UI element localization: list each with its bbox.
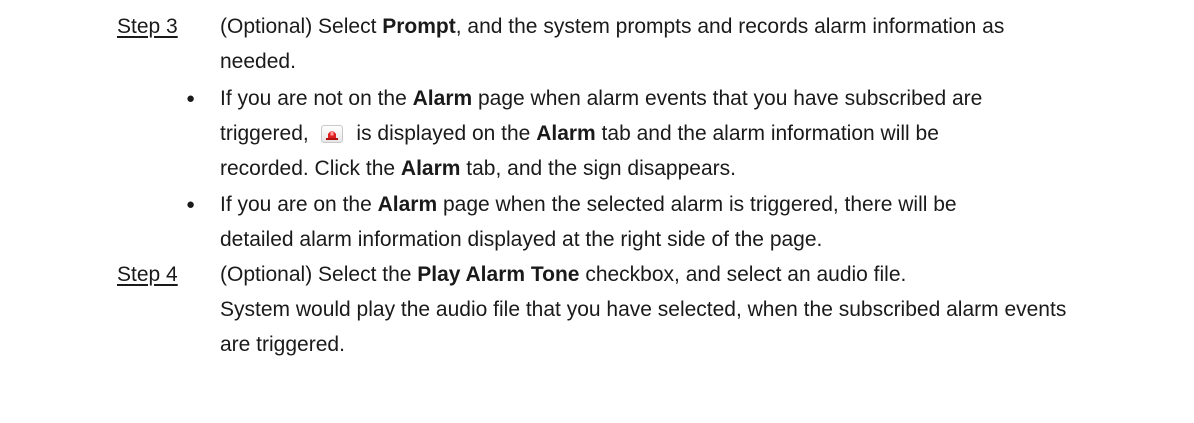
text: (Optional) Select the: [220, 263, 418, 286]
text: tab and the alarm information will be: [595, 122, 939, 145]
text: recorded. Click the: [220, 157, 401, 180]
ui-term-prompt: Prompt: [382, 15, 456, 38]
ui-term-play-alarm-tone: Play Alarm Tone: [417, 263, 580, 286]
text: checkbox, and select an audio file.: [579, 263, 907, 286]
step-4-line-2: System would play the audio file that yo…: [220, 298, 1067, 321]
bullet-1-line-2: triggered, is displayed on the Alarm tab…: [220, 119, 939, 149]
ui-term-alarm: Alarm: [536, 122, 596, 145]
bullet-marker: ●: [186, 196, 196, 213]
step-4-label: Step 4: [117, 263, 178, 286]
text: tab, and the sign disappears.: [460, 157, 736, 180]
text: is displayed on the: [350, 122, 537, 145]
text: If you are on the: [220, 193, 378, 216]
text: page when alarm events that you have sub…: [472, 87, 983, 110]
step-4-line-3: are triggered.: [220, 333, 345, 356]
text: triggered,: [220, 122, 315, 145]
ui-term-alarm: Alarm: [400, 157, 461, 180]
text: page when the selected alarm is triggere…: [437, 193, 957, 216]
text: If you are not on the: [220, 87, 413, 110]
alarm-siren-icon: [320, 125, 343, 143]
bullet-2-line-2: detailed alarm information displayed at …: [220, 228, 823, 251]
bullet-2-line-1: If you are on the Alarm page when the se…: [220, 190, 957, 220]
bullet-1-line-3: recorded. Click the Alarm tab, and the s…: [220, 154, 736, 184]
step-3-line-1: (Optional) Select Prompt, and the system…: [220, 12, 1004, 42]
step-3-label: Step 3: [117, 15, 178, 38]
step-3-line-2: needed.: [220, 50, 296, 73]
document-page: Step 3 (Optional) Select Prompt, and the…: [0, 0, 1194, 423]
bullet-1-line-1: If you are not on the Alarm page when al…: [220, 84, 982, 114]
text: (Optional) Select: [220, 15, 383, 38]
step-4-line-1: (Optional) Select the Play Alarm Tone ch…: [220, 260, 906, 290]
bullet-marker: ●: [186, 90, 196, 107]
ui-term-alarm: Alarm: [412, 87, 473, 110]
ui-term-alarm: Alarm: [377, 193, 438, 216]
text: , and the system prompts and records ala…: [455, 15, 1005, 38]
